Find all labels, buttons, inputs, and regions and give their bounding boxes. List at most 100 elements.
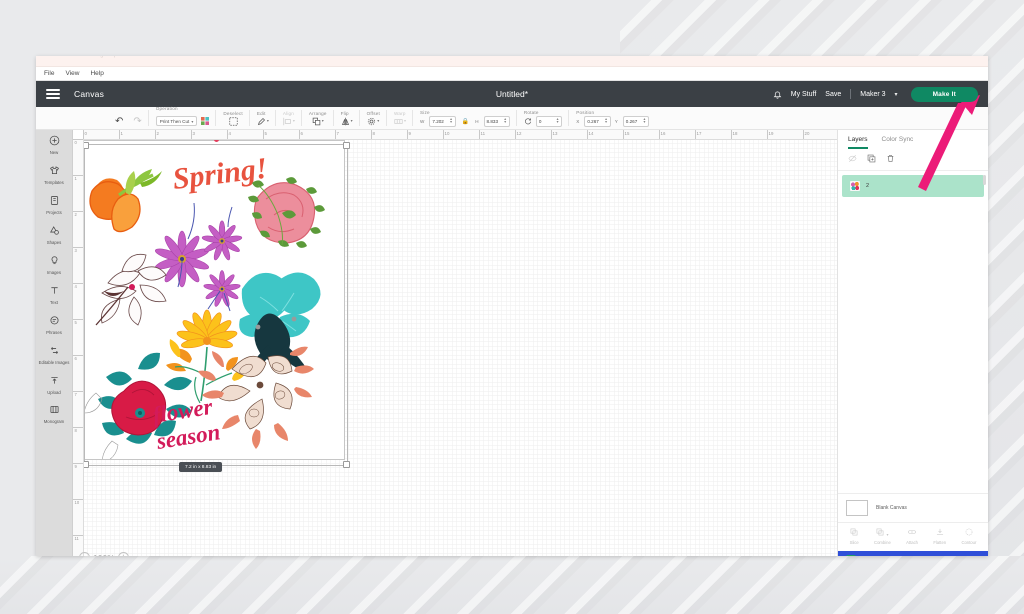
hamburger-icon[interactable] (46, 89, 60, 99)
sidebar-item-templates[interactable]: Templates (36, 160, 72, 190)
flatten-button[interactable]: Flatten (933, 528, 946, 545)
vertical-ruler: 0 1 2 3 4 5 6 7 8 9 10 11 (73, 139, 84, 556)
resize-handle-top-right[interactable] (343, 142, 350, 149)
arrange-label: Arrange (308, 110, 327, 116)
background-watermark-bottom (0, 556, 1024, 614)
flip-icon[interactable]: ▾ (341, 117, 353, 126)
menu-view[interactable]: View (65, 70, 79, 77)
ruler-tick-v: 0 (74, 140, 77, 145)
lock-icon[interactable]: 🔒 (462, 118, 469, 125)
sidebar-label-templates: Templates (44, 179, 64, 185)
sidebar-item-phrases[interactable]: Phrases (36, 310, 72, 340)
trash-icon[interactable] (886, 154, 895, 165)
ruler-tick-v: 1 (74, 176, 77, 181)
sidebar-label-images: Images (46, 269, 62, 275)
print-then-cut-swatch-icon[interactable] (201, 112, 210, 130)
operation-select[interactable]: Print Then Cut ▾ (155, 116, 198, 126)
canvas-area[interactable]: Spring! flower season 7.2 in x 8.83 in 0… (73, 130, 837, 556)
my-stuff-link[interactable]: My Stuff (791, 91, 817, 98)
operation-value: Print Then Cut (159, 118, 190, 124)
position-group: Position X 0.267 ▲ ▼ Y 0.267 ▲ ▼ (569, 107, 656, 129)
slice-button[interactable]: Slice (850, 528, 859, 545)
machine-selector-label[interactable]: Maker 3 (860, 91, 885, 98)
minus-circle-icon[interactable]: − (79, 552, 90, 556)
layer-list: 2 (838, 171, 988, 493)
sidebar-item-text[interactable]: Text (36, 280, 72, 310)
menu-file[interactable]: File (44, 70, 54, 77)
width-stepper[interactable]: ▲ ▼ (449, 117, 452, 124)
height-input[interactable]: 8.833 ▲ ▼ (483, 115, 510, 127)
selection-bounding-box[interactable] (82, 137, 350, 468)
ruler-tick-v: 4 (74, 284, 77, 289)
zoom-control: − 100% + (79, 552, 129, 556)
blank-canvas-row[interactable]: Blank Canvas (838, 493, 988, 522)
width-input[interactable]: 7.202 ▲ ▼ (429, 115, 456, 127)
undo-icon[interactable]: ↶ (115, 116, 123, 127)
deselect-icon[interactable] (228, 116, 238, 126)
sidebar-label-phrases: Phrases (46, 329, 62, 335)
rotate-input[interactable]: 0 ▲ ▼ (535, 115, 563, 127)
sidebar-item-projects[interactable]: Projects (36, 190, 72, 220)
rotate-icon[interactable] (524, 117, 532, 125)
save-button[interactable]: Save (825, 91, 841, 98)
sidebar-item-images[interactable]: Images (36, 250, 72, 280)
blank-canvas-swatch[interactable] (846, 500, 868, 516)
y-stepper[interactable]: ▲ ▼ (643, 117, 646, 124)
sidebar-item-shapes[interactable]: Shapes (36, 220, 72, 250)
duplicate-icon[interactable] (867, 154, 876, 165)
height-stepper[interactable]: ▲ ▼ (504, 117, 507, 124)
ruler-tick-h: 17 (696, 130, 702, 136)
offset-icon[interactable]: ▾ (367, 117, 379, 126)
left-rail: New Templates Projects Shapes Images Tex… (36, 130, 73, 556)
text-icon (49, 285, 60, 299)
warp-icon: ▾ (394, 117, 406, 126)
combine-button[interactable]: ▾ Combine (874, 528, 891, 545)
sidebar-label-upload: Upload (47, 389, 61, 395)
make-it-button[interactable]: Make It (910, 86, 978, 102)
sidebar-item-new[interactable]: New (36, 130, 72, 160)
ruler-tick-h: 6 (300, 130, 303, 136)
chevron-down-icon: ▾ (886, 532, 889, 537)
attach-label: Attach (906, 540, 918, 545)
contour-button[interactable]: Contour (961, 528, 976, 545)
y-position-input[interactable]: 0.267 ▲ ▼ (622, 115, 650, 127)
zoom-level: 100% (93, 553, 115, 557)
menu-help[interactable]: Help (90, 70, 103, 77)
pencil-icon[interactable]: ▾ (257, 117, 269, 126)
ruler-tick-h: 13 (552, 130, 558, 136)
sidebar-label-shapes: Shapes (46, 239, 62, 245)
ruler-tick-h: 18 (732, 130, 738, 136)
x-position-input[interactable]: 0.267 ▲ ▼ (584, 115, 611, 127)
ruler-tick-h: 11 (480, 130, 486, 136)
main-area: New Templates Projects Shapes Images Tex… (36, 130, 988, 556)
rotate-stepper[interactable]: ▲ ▼ (556, 117, 559, 124)
ruler-tick-h: 20 (804, 130, 810, 136)
ruler-tick-h: 10 (444, 130, 450, 136)
layer-row[interactable]: 2 (842, 175, 984, 197)
blank-canvas-label: Blank Canvas (876, 505, 907, 511)
x-stepper[interactable]: ▲ ▼ (604, 117, 607, 124)
x-position-value: 0.267 (587, 118, 599, 124)
flatten-label: Flatten (933, 540, 947, 545)
redo-icon[interactable]: ↷ (133, 116, 141, 127)
resize-handle-bottom-right[interactable] (343, 461, 350, 468)
sidebar-item-monogram[interactable]: Monogram (36, 399, 72, 429)
bell-icon[interactable] (773, 90, 782, 99)
menubar: File View Help (36, 67, 988, 81)
tab-color-sync[interactable]: Color Sync (882, 136, 914, 149)
warp-label: Warp (394, 110, 406, 116)
sidebar-item-editable-images[interactable]: Editable Images (36, 340, 72, 370)
ruler-tick-h: 7 (336, 130, 339, 136)
tab-layers[interactable]: Layers (848, 136, 868, 149)
attach-button[interactable]: Attach (906, 528, 918, 545)
chevron-down-icon[interactable]: ▾ (895, 91, 898, 98)
arrange-icon[interactable]: ▾ (312, 117, 324, 126)
sidebar-item-upload[interactable]: Upload (36, 370, 72, 400)
plus-circle-icon[interactable]: + (117, 552, 129, 556)
layers-scrollbar[interactable] (983, 175, 986, 185)
cricut-access-promo[interactable]: Try Cricut Access for free (838, 551, 988, 556)
size-group: Size W 7.202 ▲ ▼ 🔒 H 8.833 ▲ ▼ (413, 107, 517, 129)
rotate-group: Rotate 0 ▲ ▼ (517, 107, 570, 129)
upload-icon (49, 375, 60, 389)
ruler-tick-h: 14 (588, 130, 594, 136)
